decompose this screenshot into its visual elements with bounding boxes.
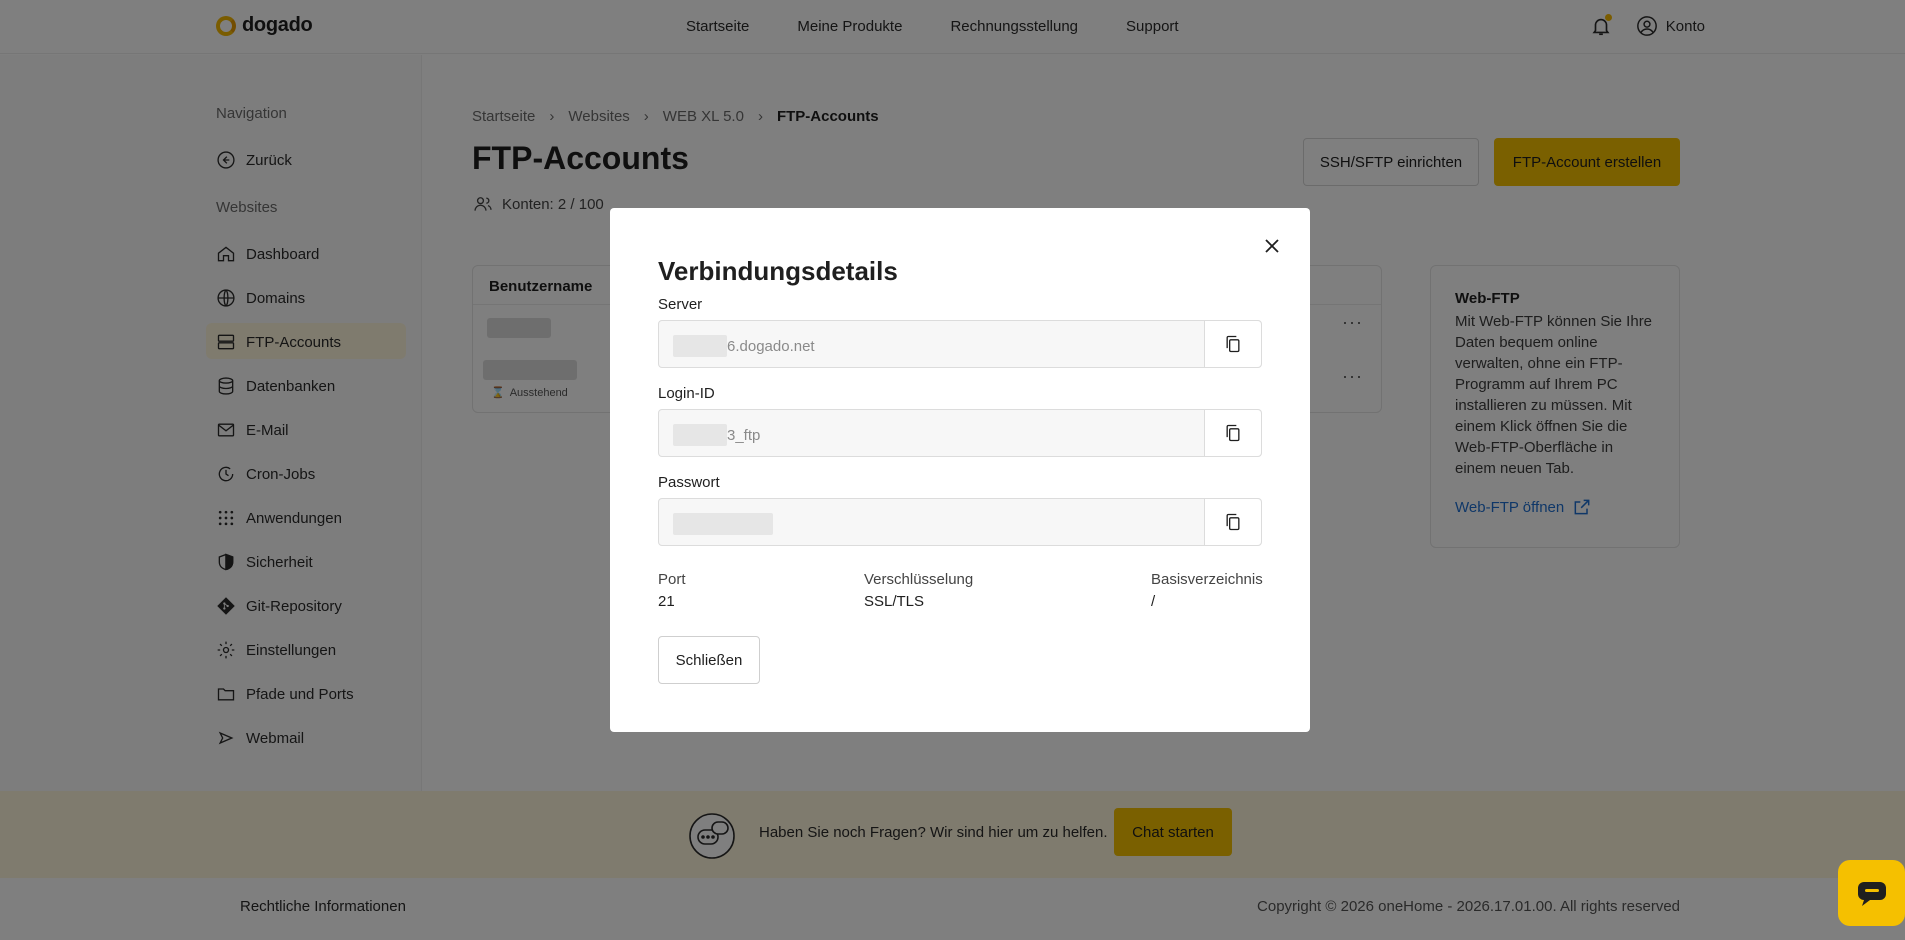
login-id-label: Login-ID — [658, 385, 715, 402]
port-value: 21 — [658, 593, 675, 610]
copy-icon — [1226, 424, 1240, 442]
copy-server-button[interactable] — [1204, 321, 1261, 367]
encryption-value: SSL/TLS — [864, 593, 925, 610]
password-label: Passwort — [658, 474, 720, 491]
redacted-password — [673, 513, 773, 535]
redacted-server-prefix — [673, 335, 727, 357]
close-icon[interactable] — [1260, 234, 1284, 258]
copy-password-button[interactable] — [1204, 499, 1261, 545]
chat-widget-button[interactable] — [1838, 860, 1905, 926]
base-directory-value: / — [1151, 593, 1156, 610]
server-field: 6.dogado.net — [658, 320, 1262, 368]
login-id-field: 3_ftp — [658, 409, 1262, 457]
connection-details-modal: Verbindungsdetails Server 6.dogado.net L… — [610, 208, 1310, 732]
base-directory-label: Basisverzeichnis — [1151, 571, 1263, 588]
close-button[interactable]: Schließen — [658, 636, 760, 684]
redacted-login-prefix — [673, 424, 727, 446]
chat-bubble-icon — [1857, 882, 1886, 906]
copy-icon — [1226, 335, 1240, 353]
copy-login-id-button[interactable] — [1204, 410, 1261, 456]
login-id-value: 3_ftp — [727, 426, 761, 444]
port-label: Port — [658, 571, 686, 588]
encryption-label: Verschlüsselung — [864, 571, 974, 588]
password-field — [658, 498, 1262, 546]
server-label: Server — [658, 296, 703, 313]
server-value: 6.dogado.net — [727, 337, 815, 355]
modal-title: Verbindungsdetails — [658, 256, 898, 286]
copy-icon — [1226, 513, 1240, 531]
